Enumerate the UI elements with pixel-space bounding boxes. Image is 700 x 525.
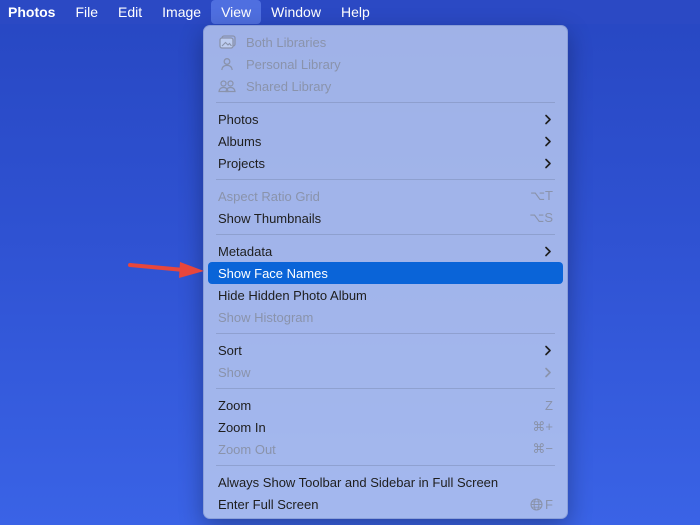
- menu-separator: [216, 234, 555, 235]
- menu-item-label: Zoom: [218, 397, 252, 413]
- menu-bar: Photos File Edit Image View Window Help: [0, 0, 700, 24]
- menu-edit[interactable]: Edit: [108, 0, 152, 24]
- menu-item-label: Aspect Ratio Grid: [218, 188, 320, 204]
- menu-image[interactable]: Image: [152, 0, 211, 24]
- shortcut-label: F: [545, 496, 553, 512]
- menu-item-photos[interactable]: Photos: [208, 108, 563, 130]
- shortcut-label: Z: [545, 397, 553, 413]
- chevron-right-icon: [543, 135, 553, 147]
- menu-item-aspect-ratio-grid[interactable]: Aspect Ratio Grid ⌥T: [208, 185, 563, 207]
- menu-item-show[interactable]: Show: [208, 361, 563, 383]
- menu-item-metadata[interactable]: Metadata: [208, 240, 563, 262]
- chevron-right-icon: [543, 157, 553, 169]
- menu-item-sort[interactable]: Sort: [208, 339, 563, 361]
- menu-separator: [216, 388, 555, 389]
- menu-item-label: Show Histogram: [218, 309, 314, 325]
- menu-item-label: Show: [218, 364, 251, 380]
- menu-item-albums[interactable]: Albums: [208, 130, 563, 152]
- menu-item-label: Personal Library: [246, 56, 341, 72]
- menu-item-label: Albums: [218, 133, 262, 149]
- shortcut-label: ⌘−: [532, 441, 553, 456]
- menu-item-show-histogram[interactable]: Show Histogram: [208, 306, 563, 328]
- menu-item-personal-library[interactable]: Personal Library: [208, 53, 563, 75]
- menu-item-shared-library[interactable]: Shared Library: [208, 75, 563, 97]
- chevron-right-icon: [543, 245, 553, 257]
- menu-item-label: Hide Hidden Photo Album: [218, 287, 367, 303]
- chevron-right-icon: [543, 113, 553, 125]
- menu-item-always-show-toolbar[interactable]: Always Show Toolbar and Sidebar in Full …: [208, 471, 563, 493]
- menu-item-label: Shared Library: [246, 78, 332, 94]
- globe-icon: [530, 497, 543, 511]
- menu-item-label: Photos: [218, 111, 259, 127]
- menu-item-label: Metadata: [218, 243, 273, 259]
- shortcut-label: ⌥T: [530, 188, 553, 203]
- menu-item-label: Zoom Out: [218, 441, 276, 457]
- menu-item-label: Projects: [218, 155, 265, 171]
- menu-item-label: Show Thumbnails: [218, 210, 322, 226]
- menu-item-zoom-in[interactable]: Zoom In ⌘+: [208, 416, 563, 438]
- menu-item-label: Zoom In: [218, 419, 266, 435]
- menu-item-zoom-out[interactable]: Zoom Out ⌘−: [208, 438, 563, 460]
- menu-item-label: Enter Full Screen: [218, 496, 319, 512]
- menu-item-label: Both Libraries: [246, 34, 327, 50]
- menu-item-show-face-names[interactable]: Show Face Names: [208, 262, 563, 284]
- shortcut-label: ⌥S: [529, 210, 553, 225]
- menu-view[interactable]: View: [211, 0, 262, 24]
- photo-library-icon: [218, 34, 236, 50]
- chevron-right-icon: [543, 366, 553, 378]
- chevron-right-icon: [543, 344, 553, 356]
- view-menu-dropdown: Both Libraries Personal Library Shared L…: [203, 25, 568, 519]
- menu-item-label: Sort: [218, 342, 242, 358]
- menu-item-enter-full-screen[interactable]: Enter Full Screen F: [208, 493, 563, 515]
- menu-help[interactable]: Help: [331, 0, 380, 24]
- menu-separator: [216, 102, 555, 103]
- menu-item-hide-hidden-photo-album[interactable]: Hide Hidden Photo Album: [208, 284, 563, 306]
- annotation-arrow-icon: [128, 262, 204, 278]
- menu-photos[interactable]: Photos: [0, 0, 65, 24]
- menu-separator: [216, 179, 555, 180]
- menu-item-both-libraries[interactable]: Both Libraries: [208, 31, 563, 53]
- menu-item-label: Show Face Names: [218, 265, 328, 281]
- shortcut-label: ⌘+: [532, 419, 553, 434]
- menu-file[interactable]: File: [65, 0, 108, 24]
- menu-window[interactable]: Window: [261, 0, 331, 24]
- menu-separator: [216, 333, 555, 334]
- menu-item-projects[interactable]: Projects: [208, 152, 563, 174]
- person-icon: [218, 56, 236, 72]
- menu-item-show-thumbnails[interactable]: Show Thumbnails ⌥S: [208, 207, 563, 229]
- menu-item-label: Always Show Toolbar and Sidebar in Full …: [218, 474, 499, 490]
- menu-separator: [216, 465, 555, 466]
- menu-item-zoom[interactable]: Zoom Z: [208, 394, 563, 416]
- people-icon: [218, 78, 236, 94]
